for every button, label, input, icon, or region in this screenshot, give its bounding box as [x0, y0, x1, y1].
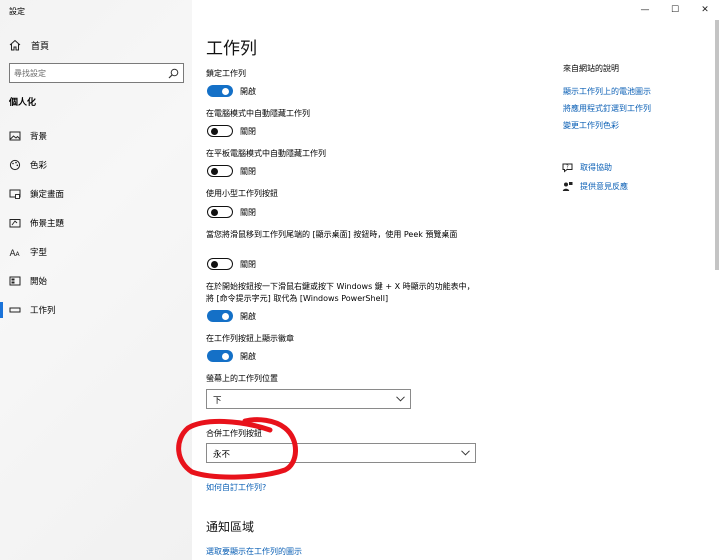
notification-heading: 通知區域 — [206, 520, 255, 534]
nav-home-label: 首頁 — [31, 41, 50, 52]
sidebar-item-lock-screen[interactable]: 鎖定畫面 — [9, 186, 189, 202]
main-panel: — ☐ ✕ 工作列 鎖定工作列 開啟 在電腦模式中自動隱藏工作列 關閉 在平板電… — [192, 0, 720, 560]
sidebar-item-background[interactable]: 背景 — [9, 128, 189, 144]
feedback-icon — [562, 181, 573, 191]
taskbar-icon — [9, 307, 21, 313]
toggle-state: 開啟 — [240, 352, 256, 361]
position-label: 螢幕上的工作列位置 — [206, 374, 278, 383]
select-value: 下 — [213, 396, 222, 406]
toggle-knob — [210, 260, 218, 268]
chevron-down-icon — [396, 396, 405, 402]
get-help-label: 取得協助 — [580, 162, 612, 172]
help-heading: 來自網站的說明 — [563, 64, 619, 73]
setting-label: 在平板電腦模式中自動隱藏工作列 — [206, 149, 326, 158]
sidebar-item-fonts[interactable]: AA 字型 — [9, 244, 189, 260]
sidebar-item-start[interactable]: 開始 — [9, 273, 189, 289]
close-button[interactable]: ✕ — [690, 0, 720, 20]
palette-icon — [9, 159, 21, 171]
minimize-button[interactable]: — — [630, 0, 660, 20]
search-box[interactable] — [9, 63, 184, 83]
sidebar-item-label: 字型 — [30, 248, 48, 258]
sidebar-item-label: 背景 — [30, 132, 48, 142]
lock-taskbar-toggle[interactable] — [207, 85, 233, 97]
toggle-knob — [210, 167, 218, 175]
combine-label: 合併工作列按鈕 — [206, 429, 262, 438]
maximize-button[interactable]: ☐ — [660, 0, 690, 20]
select-value: 永不 — [213, 450, 231, 460]
powershell-toggle[interactable] — [207, 310, 233, 322]
search-icon[interactable] — [168, 68, 179, 79]
toggle-state: 開啟 — [240, 87, 256, 96]
lock-screen-icon — [9, 189, 21, 199]
setting-label: 在於開始按鈕按一下滑鼠右鍵或按下 Windows 鍵 + X 時顯示的功能表中，… — [206, 282, 475, 303]
nav-home[interactable]: 首頁 — [9, 37, 49, 53]
customize-taskbar-link[interactable]: 如何自訂工作列? — [206, 482, 266, 493]
sidebar-item-label: 佈景主題 — [30, 219, 65, 229]
page-title: 工作列 — [206, 39, 257, 59]
help-link[interactable]: 將應用程式釘選到工作列 — [563, 103, 651, 114]
theme-icon — [9, 219, 21, 228]
selected-indicator — [0, 302, 3, 318]
chevron-down-icon — [461, 450, 470, 456]
feedback-link[interactable]: 提供意見反應 — [562, 179, 628, 193]
sidebar-item-label: 工作列 — [30, 306, 56, 316]
sidebar-item-colors[interactable]: 色彩 — [9, 157, 189, 173]
badges-toggle[interactable] — [207, 350, 233, 362]
setting-label: 在工作列按鈕上顯示徽章 — [206, 334, 294, 343]
autohide-desktop-toggle[interactable] — [207, 125, 233, 137]
toggle-knob — [222, 312, 229, 320]
font-icon: AA — [10, 249, 21, 258]
toggle-state: 關閉 — [240, 127, 256, 136]
sidebar-item-label: 色彩 — [30, 161, 48, 171]
home-icon — [9, 39, 21, 51]
help-link[interactable]: 顯示工作列上的電池圖示 — [563, 86, 651, 97]
toggle-state: 開啟 — [240, 312, 256, 321]
sidebar-item-label: 開始 — [30, 277, 48, 287]
toggle-knob — [210, 127, 218, 135]
toggle-knob — [222, 87, 229, 95]
sidebar-item-themes[interactable]: 佈景主題 — [9, 215, 189, 231]
taskbar-position-select[interactable]: 下 — [206, 389, 411, 409]
peek-toggle[interactable] — [207, 258, 233, 270]
toggle-knob — [210, 208, 218, 216]
setting-label: 使用小型工作列按鈕 — [206, 189, 278, 198]
small-buttons-toggle[interactable] — [207, 206, 233, 218]
setting-label: 在電腦模式中自動隱藏工作列 — [206, 109, 310, 118]
section-title: 個人化 — [9, 98, 37, 108]
autohide-tablet-toggle[interactable] — [207, 165, 233, 177]
toggle-state: 關閉 — [240, 167, 256, 176]
combine-buttons-select[interactable]: 永不 — [206, 443, 476, 463]
get-help-link[interactable]: ? 取得協助 — [562, 160, 612, 174]
sidebar-item-taskbar[interactable]: 工作列 — [9, 302, 189, 318]
notification-icons-link[interactable]: 選取要顯示在工作列的圖示 — [206, 546, 302, 557]
sidebar-item-label: 鎖定畫面 — [30, 190, 65, 200]
setting-label: 當您將滑鼠移到工作列尾端的 [顯示桌面] 按鈕時，使用 Peek 預覽桌面 — [206, 230, 458, 239]
toggle-state: 關閉 — [240, 260, 256, 269]
toggle-knob — [222, 352, 229, 360]
window-title: 設定 — [9, 7, 25, 16]
search-input[interactable] — [14, 66, 164, 80]
window-controls: — ☐ ✕ — [630, 0, 720, 20]
svg-text:A: A — [16, 251, 21, 258]
picture-icon — [9, 131, 21, 141]
setting-label: 鎖定工作列 — [206, 69, 246, 78]
sidebar: 設定 首頁 個人化 背景 色彩 鎖定畫面 佈景主題 AA 字型 開始 工作列 — [0, 0, 192, 560]
start-icon — [9, 276, 21, 286]
svg-text:?: ? — [566, 164, 569, 170]
scrollbar[interactable] — [715, 20, 719, 270]
help-chat-icon: ? — [562, 163, 573, 173]
toggle-state: 關閉 — [240, 208, 256, 217]
help-link[interactable]: 變更工作列色彩 — [563, 120, 619, 131]
feedback-label: 提供意見反應 — [580, 181, 628, 191]
